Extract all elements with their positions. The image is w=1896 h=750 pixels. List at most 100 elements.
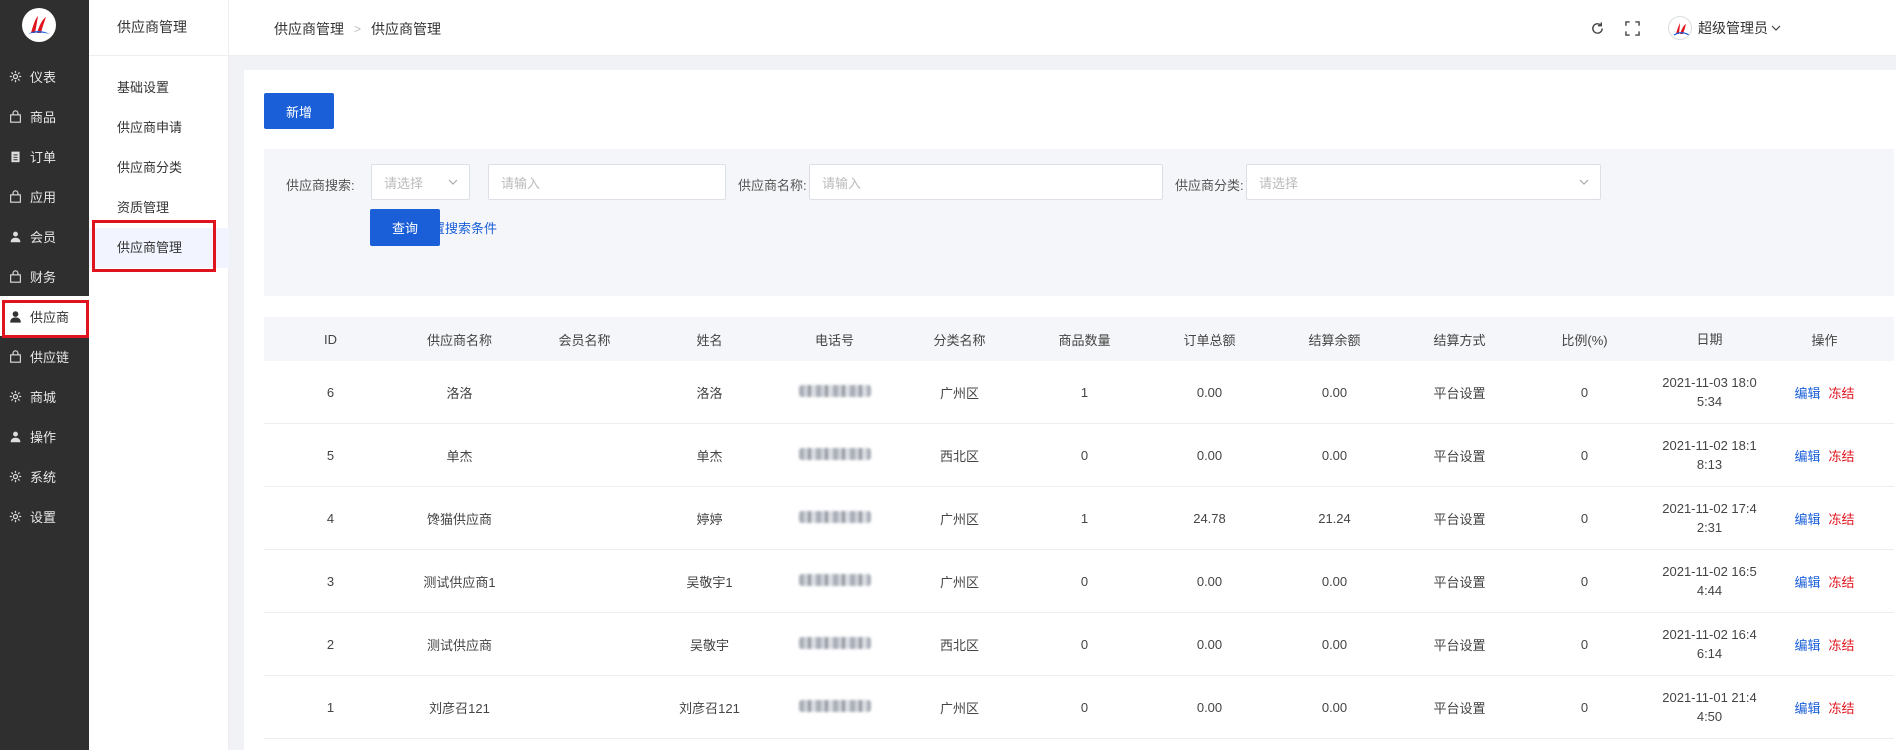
sidebar-item[interactable]: 商城 bbox=[0, 376, 89, 416]
main-content: 新增 供应商搜索: 请选择 请输入 供应商名称: 请输入 供应商分类: 请选择 … bbox=[244, 70, 1896, 750]
sidebar-item[interactable]: 仪表 bbox=[0, 56, 89, 96]
sidebar-item[interactable]: 供应链 bbox=[0, 336, 89, 376]
sidebar-item[interactable]: 订单 bbox=[0, 136, 89, 176]
cell-supplier-name: 洛洛 bbox=[446, 385, 473, 401]
supplier-category-select[interactable]: 请选择 bbox=[1246, 164, 1601, 200]
sidebar-item[interactable]: 商品 bbox=[0, 96, 89, 136]
breadcrumb-separator-icon: > bbox=[354, 22, 362, 36]
sidebar-item-label: 商城 bbox=[30, 389, 57, 405]
edit-link[interactable]: 编辑 bbox=[1794, 446, 1820, 465]
freeze-link[interactable]: 冻结 bbox=[1829, 446, 1855, 465]
clipboard-icon bbox=[8, 149, 22, 163]
col-header-phone: 电话号 bbox=[814, 332, 854, 348]
freeze-link[interactable]: 冻结 bbox=[1829, 698, 1855, 717]
cell-date-line: 5:34 bbox=[1696, 394, 1723, 409]
edit-link[interactable]: 编辑 bbox=[1794, 383, 1820, 402]
cell-supplier-name: 单杰 bbox=[446, 448, 473, 464]
subnav-item[interactable]: 供应商申请 bbox=[89, 108, 229, 148]
freeze-link[interactable]: 冻结 bbox=[1829, 383, 1855, 402]
cell-real-name: 吴敬宇 bbox=[689, 637, 729, 653]
cell-balance: 0.00 bbox=[1321, 636, 1348, 652]
cell-date-line: 2:31 bbox=[1696, 520, 1723, 535]
cell-actions: 编辑 冻结 bbox=[1772, 446, 1877, 465]
cell-goods-count: 1 bbox=[1080, 384, 1089, 400]
sidebar-item[interactable]: 供应商 bbox=[0, 296, 89, 336]
cell-phone bbox=[772, 447, 897, 463]
sidebar-item[interactable]: 应用 bbox=[0, 176, 89, 216]
sidebar-item[interactable]: 设置 bbox=[0, 496, 89, 536]
cell-date: 2021-11-02 16:4 6:14 bbox=[1647, 625, 1772, 663]
breadcrumb-item: 供应商管理 bbox=[371, 21, 442, 37]
sidebar-item-label: 订单 bbox=[30, 149, 57, 165]
top-header: 供应商管理 > 供应商管理 超级管理员 bbox=[229, 0, 1896, 56]
cell-settle-mode: 平台设置 bbox=[1433, 574, 1486, 590]
supplier-name-placeholder: 请输入 bbox=[822, 175, 862, 191]
freeze-link[interactable]: 冻结 bbox=[1829, 635, 1855, 654]
gear-icon bbox=[8, 389, 22, 403]
cell-ratio: 0 bbox=[1580, 573, 1589, 589]
cell-order-total: 0.00 bbox=[1196, 384, 1223, 400]
subnav-item[interactable]: 资质管理 bbox=[89, 188, 229, 228]
edit-link[interactable]: 编辑 bbox=[1794, 698, 1820, 717]
col-header-id: ID bbox=[324, 331, 337, 347]
cell-date: 2021-11-01 21:4 4:50 bbox=[1647, 688, 1772, 726]
fullscreen-icon[interactable] bbox=[1623, 19, 1641, 37]
freeze-link[interactable]: 冻结 bbox=[1829, 572, 1855, 591]
sidebar-item[interactable]: 财务 bbox=[0, 256, 89, 296]
edit-link[interactable]: 编辑 bbox=[1794, 509, 1820, 528]
cell-actions: 编辑 冻结 bbox=[1772, 572, 1877, 591]
search-input-placeholder: 请输入 bbox=[501, 175, 541, 191]
supplier-name-label: 供应商名称: bbox=[738, 178, 807, 193]
cell-balance: 0.00 bbox=[1321, 573, 1348, 589]
cell-category: 广州区 bbox=[939, 385, 979, 401]
cell-id: 6 bbox=[326, 384, 335, 400]
cell-id: 5 bbox=[326, 447, 335, 463]
search-input[interactable]: 请输入 bbox=[488, 164, 726, 200]
subnav-item[interactable]: 基础设置 bbox=[89, 68, 229, 108]
cell-balance: 0.00 bbox=[1321, 384, 1348, 400]
freeze-link[interactable]: 冻结 bbox=[1829, 509, 1855, 528]
cell-ratio: 0 bbox=[1580, 636, 1589, 652]
add-button[interactable]: 新增 bbox=[264, 93, 334, 129]
sidebar-item[interactable]: 会员 bbox=[0, 216, 89, 256]
cell-date-line: 8:13 bbox=[1696, 457, 1723, 472]
cell-date: 2021-11-02 16:5 4:44 bbox=[1647, 562, 1772, 600]
cell-phone bbox=[772, 384, 897, 400]
search-type-select[interactable]: 请选择 bbox=[371, 164, 470, 200]
edit-link[interactable]: 编辑 bbox=[1794, 635, 1820, 654]
bag-icon bbox=[8, 189, 22, 203]
subnav-item[interactable]: 供应商分类 bbox=[89, 148, 229, 188]
gear-icon bbox=[8, 509, 22, 523]
cell-date: 2021-11-02 17:4 2:31 bbox=[1647, 499, 1772, 537]
cell-id: 4 bbox=[326, 510, 335, 526]
sidebar-item-label: 设置 bbox=[30, 509, 57, 525]
cell-date-line: 2021-11-02 16:4 bbox=[1662, 627, 1757, 642]
cell-supplier-name: 测试供应商 bbox=[426, 637, 492, 653]
cell-order-total: 0.00 bbox=[1196, 447, 1223, 463]
cell-actions: 编辑 冻结 bbox=[1772, 635, 1877, 654]
col-header-real-name: 姓名 bbox=[696, 332, 723, 348]
supplier-name-input[interactable]: 请输入 bbox=[809, 164, 1163, 200]
edit-link[interactable]: 编辑 bbox=[1794, 572, 1820, 591]
cell-actions: 编辑 冻结 bbox=[1772, 698, 1877, 717]
supplier-category-label: 供应商分类: bbox=[1175, 178, 1244, 193]
cell-supplier-name: 刘彦召121 bbox=[429, 700, 490, 716]
cell-balance: 0.00 bbox=[1321, 699, 1348, 715]
cell-real-name: 吴敬宇1 bbox=[686, 574, 733, 590]
subnav-item[interactable]: 供应商管理 bbox=[89, 228, 229, 268]
table-header: ID 供应商名称 会员名称 姓名 电话号 分类名称 商品数量 订单总额 结算余额… bbox=[264, 317, 1894, 361]
refresh-icon[interactable] bbox=[1588, 19, 1606, 37]
col-header-ratio: 比例(%) bbox=[1561, 332, 1608, 348]
breadcrumb-item[interactable]: 供应商管理 bbox=[274, 19, 344, 39]
sidebar-item[interactable]: 系统 bbox=[0, 456, 89, 496]
cell-actions: 编辑 冻结 bbox=[1772, 509, 1877, 528]
cell-date-line: 4:44 bbox=[1696, 583, 1723, 598]
cell-goods-count: 0 bbox=[1080, 447, 1089, 463]
search-type-placeholder: 请选择 bbox=[384, 175, 424, 191]
logo[interactable] bbox=[22, 8, 56, 42]
chevron-down-icon bbox=[447, 176, 459, 191]
sidebar-item[interactable]: 操作 bbox=[0, 416, 89, 456]
cell-balance: 21.24 bbox=[1318, 510, 1351, 526]
reset-search-link[interactable]: 重置搜索条件 bbox=[419, 218, 497, 237]
user-menu[interactable]: 超级管理员 bbox=[1668, 16, 1781, 40]
